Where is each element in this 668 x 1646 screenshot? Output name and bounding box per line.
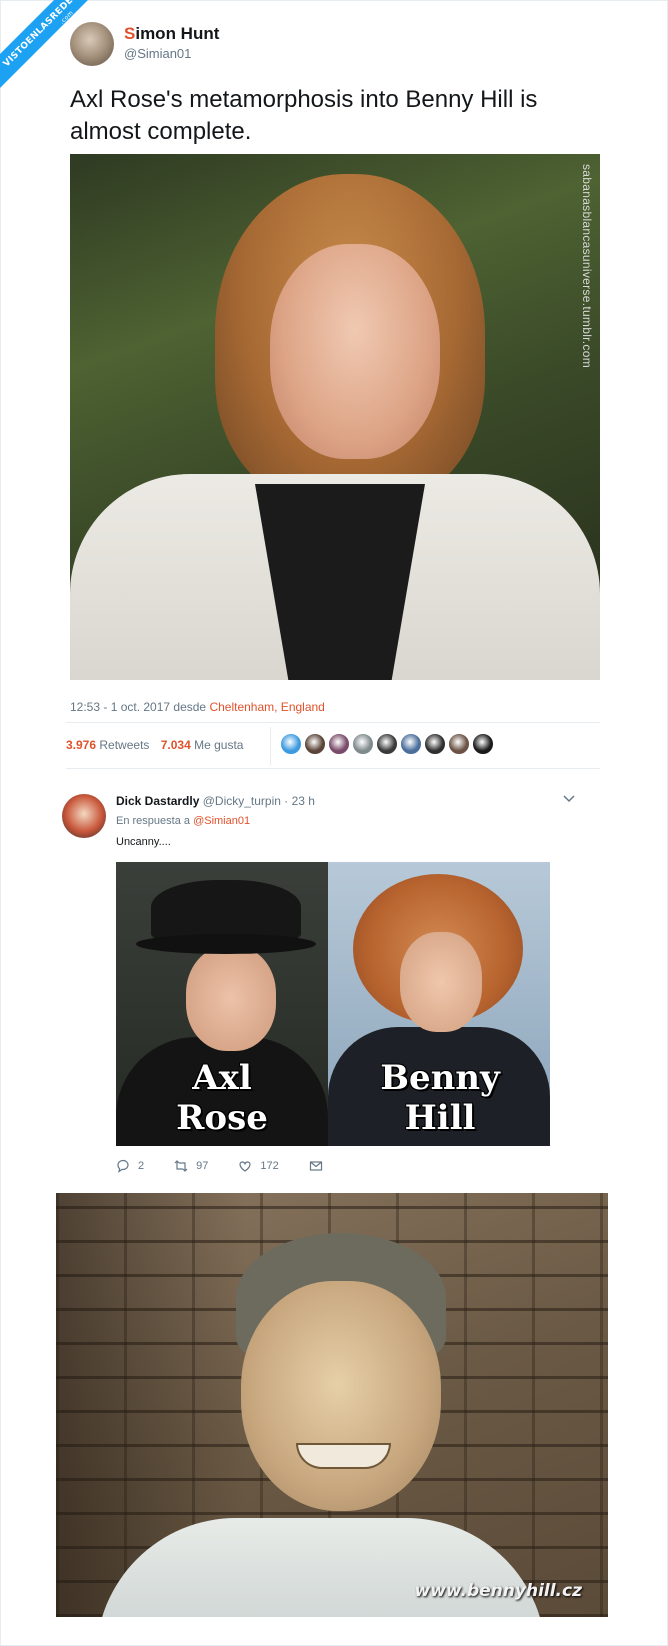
author-name[interactable]: Simon Hunt (124, 24, 219, 44)
bottom-watermark: www.bennyhill.cz (414, 1581, 583, 1601)
benny-hill-photo: www.bennyhill.cz (56, 1193, 608, 1617)
tweet-location-link[interactable]: Cheltenham, England (209, 700, 324, 714)
reply-author-name: Dick Dastardly (116, 794, 200, 808)
liker-avatar[interactable] (376, 733, 398, 755)
tweet-stats: 3.976 Retweets 7.034 Me gusta (66, 738, 243, 752)
like-action[interactable]: 172 (238, 1159, 279, 1173)
envelope-icon (309, 1161, 322, 1171)
liker-avatar[interactable] (424, 733, 446, 755)
divider (66, 768, 600, 769)
tweet-text: Axl Rose's metamorphosis into Benny Hill… (70, 86, 538, 145)
tweet-photo[interactable]: sabanasblancasuniverse.tumblr.com (70, 154, 600, 680)
heart-icon (239, 1161, 251, 1172)
reply-icon (117, 1159, 129, 1173)
photo-face (270, 244, 440, 459)
reply-context-prefix: En respuesta a (116, 815, 194, 827)
retweet-icon (174, 1160, 188, 1172)
retweet-count: 97 (196, 1160, 209, 1172)
hat (151, 880, 301, 940)
reply-action[interactable]: 2 (116, 1159, 144, 1173)
likes-label[interactable]: Me gusta (194, 738, 243, 752)
reply-context: En respuesta a @Simian01 (116, 815, 250, 827)
liker-avatar[interactable] (472, 733, 494, 755)
reply-text: Uncanny.... (116, 836, 171, 848)
photo-smile (296, 1443, 391, 1469)
compare-right-panel: Benny Hill (328, 862, 550, 1146)
like-count: 172 (260, 1160, 279, 1172)
liker-avatars (270, 727, 494, 765)
author-handle[interactable]: @Simian01 (124, 46, 191, 61)
axl-face (186, 946, 276, 1051)
liker-avatar[interactable] (352, 733, 374, 755)
reply-author[interactable]: Dick Dastardly @Dicky_turpin · 23 h (116, 794, 315, 808)
compare-right-caption: Benny Hill (380, 1058, 500, 1138)
benny-face (400, 932, 482, 1032)
photo-face (241, 1281, 441, 1511)
likes-count[interactable]: 7.034 (161, 738, 191, 752)
reply-photo[interactable]: Axl Rose Benny Hill (116, 862, 550, 1146)
retweets-count[interactable]: 3.976 (66, 738, 96, 752)
compare-left-panel: Axl Rose (116, 862, 328, 1146)
liker-avatar[interactable] (280, 733, 302, 755)
liker-avatar[interactable] (304, 733, 326, 755)
compare-left-caption: Axl Rose (176, 1058, 268, 1138)
photo-watermark: sabanasblancasuniverse.tumblr.com (580, 164, 594, 369)
author-avatar[interactable] (70, 22, 114, 66)
liker-avatar[interactable] (328, 733, 350, 755)
retweet-action[interactable]: 97 (174, 1159, 208, 1173)
reply-meta: @Dicky_turpin · 23 h (202, 794, 315, 808)
hat-brim (136, 934, 316, 954)
retweets-label[interactable]: Retweets (99, 738, 149, 752)
author-name-initial: S (124, 24, 136, 43)
tweet-timestamp: 12:53 - 1 oct. 2017 desde Cheltenham, En… (70, 700, 325, 714)
message-action[interactable] (309, 1159, 323, 1173)
liker-avatar[interactable] (448, 733, 470, 755)
liker-avatar[interactable] (400, 733, 422, 755)
chevron-down-icon[interactable] (563, 792, 575, 806)
author-name-rest: imon Hunt (135, 24, 220, 43)
stats-separator (270, 727, 271, 765)
reply-context-handle[interactable]: @Simian01 (193, 815, 250, 827)
timestamp-text: 12:53 - 1 oct. 2017 desde (70, 700, 210, 714)
reply-avatar[interactable] (62, 794, 106, 838)
reply-count: 2 (138, 1160, 145, 1172)
divider (66, 722, 600, 723)
reply-actions: 2 97 172 (116, 1159, 353, 1173)
